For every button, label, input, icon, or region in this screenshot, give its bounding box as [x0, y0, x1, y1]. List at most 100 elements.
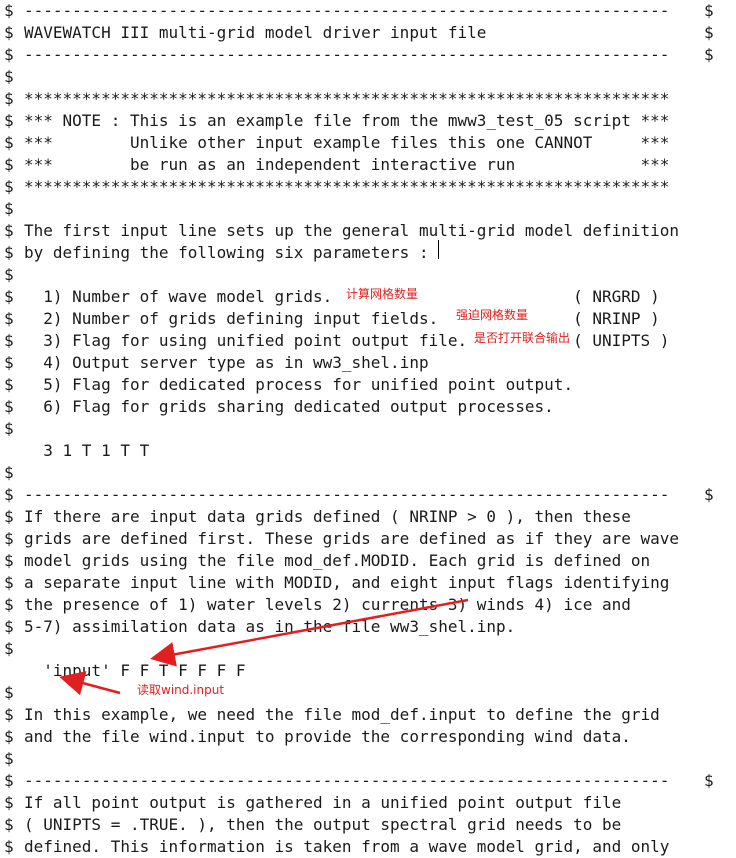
editor-line: $ [0, 418, 736, 440]
comment-marker: $ [4, 309, 14, 328]
comment-marker: $ [4, 639, 14, 658]
line-text: 5-7) assimilation data as in the file ww… [24, 617, 516, 636]
text-cursor [438, 240, 439, 259]
editor-line: $ [0, 682, 736, 704]
editor-line: $ [0, 66, 736, 88]
editor-line: $ [0, 748, 736, 770]
line-text: model grids using the file mod_def.MODID… [24, 551, 651, 570]
line-text: a separate input line with MODID, and ei… [24, 573, 670, 592]
comment-marker-right: $ [704, 771, 714, 790]
comment-marker: $ [4, 683, 14, 702]
editor-line: $ grids are defined first. These grids ar… [0, 528, 736, 550]
comment-marker: $ [4, 419, 14, 438]
editor-line: $ 5) Flag for dedicated process for unif… [0, 374, 736, 396]
line-text: ----------------------------------------… [24, 771, 670, 790]
comment-marker-right: $ [704, 45, 714, 64]
editor-line: $ ( UNIPTS = .TRUE. ), then the output sp… [0, 814, 736, 836]
editor-line: $ 3) Flag for using unified point output… [0, 330, 736, 352]
comment-marker: $ [4, 617, 14, 636]
annotation-wind-input: 读取wind.input [137, 683, 225, 697]
editor-line: $ [0, 198, 736, 220]
line-text: and the file wind.input to provide the c… [24, 727, 631, 746]
line-text: *** be run as an independent interactive… [24, 155, 670, 174]
comment-marker-right: $ [704, 23, 714, 42]
editor-line: $ defined. This information is taken from… [0, 836, 736, 858]
editor-line: $ If there are input data grids defined (… [0, 506, 736, 528]
comment-marker-right: $ [704, 485, 714, 504]
line-text: ----------------------------------------… [24, 485, 670, 504]
editor-line: $ 4) Output server type as in ww3_shel.i… [0, 352, 736, 374]
comment-marker: $ [4, 551, 14, 570]
annotation-nrgrd: 计算网格数量 [346, 287, 419, 301]
annotation-unipts: 是否打开联合输出 [474, 331, 571, 345]
comment-marker: $ [4, 793, 14, 812]
editor-line: $ a separate input line with MODID, and e… [0, 572, 736, 594]
editor-line: $ and the file wind.input to provide the … [0, 726, 736, 748]
comment-marker: $ [4, 199, 14, 218]
editor-line: $ model grids using the file mod_def.MODI… [0, 550, 736, 572]
text-editor-document[interactable]: $ ---------------------------------------… [0, 0, 736, 856]
comment-marker: $ [4, 89, 14, 108]
comment-marker: $ [4, 23, 14, 42]
comment-marker: $ [4, 815, 14, 834]
editor-line: $ 2) Number of grids defining input fiel… [0, 308, 736, 330]
comment-marker: $ [4, 463, 14, 482]
editor-line: $ The first input line sets up the genera… [0, 220, 736, 242]
line-text: 6) Flag for grids sharing dedicated outp… [24, 397, 554, 416]
line-text: ----------------------------------------… [24, 1, 670, 20]
line-text: defined. This information is taken from … [24, 837, 670, 856]
editor-line: 'input' F F T F F F F [0, 660, 736, 682]
comment-marker: $ [4, 595, 14, 614]
line-text: ****************************************… [24, 89, 670, 108]
line-text: If there are input data grids defined ( … [24, 507, 631, 526]
comment-marker: $ [4, 749, 14, 768]
line-text: 3 1 T 1 T T [24, 441, 150, 460]
editor-line: $5-7) assimilation data as in the file w… [0, 616, 736, 638]
comment-marker: $ [4, 45, 14, 64]
line-text: ----------------------------------------… [24, 45, 670, 64]
editor-line: $ ---------------------------------------… [0, 770, 736, 792]
editor-line: $ 6) Flag for grids sharing dedicated ou… [0, 396, 736, 418]
comment-marker: $ [4, 353, 14, 372]
editor-line: $ the presence of 1) water levels 2) curr… [0, 594, 736, 616]
editor-line: $ [0, 638, 736, 660]
comment-marker: $ [4, 727, 14, 746]
comment-marker: $ [4, 573, 14, 592]
comment-marker: $ [4, 397, 14, 416]
comment-marker: $ [4, 265, 14, 284]
comment-marker: $ [4, 507, 14, 526]
line-text: The first input line sets up the general… [24, 221, 680, 240]
comment-marker: $ [4, 287, 14, 306]
comment-marker: $ [4, 529, 14, 548]
comment-marker: $ [4, 221, 14, 240]
line-text: *** NOTE : This is an example file from … [24, 111, 670, 130]
editor-line: $ ---------------------------------------… [0, 484, 736, 506]
editor-line: $ If all point output is gathered in a un… [0, 792, 736, 814]
line-text: 2) Number of grids defining input fields… [24, 309, 660, 328]
editor-line: $ [0, 462, 736, 484]
comment-marker: $ [4, 67, 14, 86]
editor-line: $ *** Unlike other input example files th… [0, 132, 736, 154]
editor-line: $ *** be run as an independent interactiv… [0, 154, 736, 176]
comment-marker-right: $ [704, 1, 714, 20]
editor-line: $ ---------------------------------------… [0, 44, 736, 66]
comment-marker: $ [4, 111, 14, 130]
line-text: ****************************************… [24, 177, 670, 196]
editor-line: $ WAVEWATCH III multi-grid model driver i… [0, 22, 736, 44]
editor-line: $ ---------------------------------------… [0, 0, 736, 22]
line-text: 3) Flag for using unified point output f… [24, 331, 670, 350]
comment-marker: $ [4, 705, 14, 724]
line-text: the presence of 1) water levels 2) curre… [24, 595, 631, 614]
annotation-nrinp: 强迫网格数量 [456, 308, 529, 322]
editor-line: $ *** NOTE : This is an example file from… [0, 110, 736, 132]
line-text: 1) Number of wave model grids. ( NRGRD ) [24, 287, 660, 306]
editor-line: $ by defining the following six parameter… [0, 242, 736, 264]
editor-line: $ ***************************************… [0, 176, 736, 198]
comment-marker: $ [4, 1, 14, 20]
line-text: If all point output is gathered in a uni… [24, 793, 622, 812]
line-text: 5) Flag for dedicated process for unifie… [24, 375, 574, 394]
line-text: grids are defined first. These grids are… [24, 529, 680, 548]
comment-marker: $ [4, 485, 14, 504]
line-text: ( UNIPTS = .TRUE. ), then the output spe… [24, 815, 622, 834]
comment-marker: $ [4, 331, 14, 350]
